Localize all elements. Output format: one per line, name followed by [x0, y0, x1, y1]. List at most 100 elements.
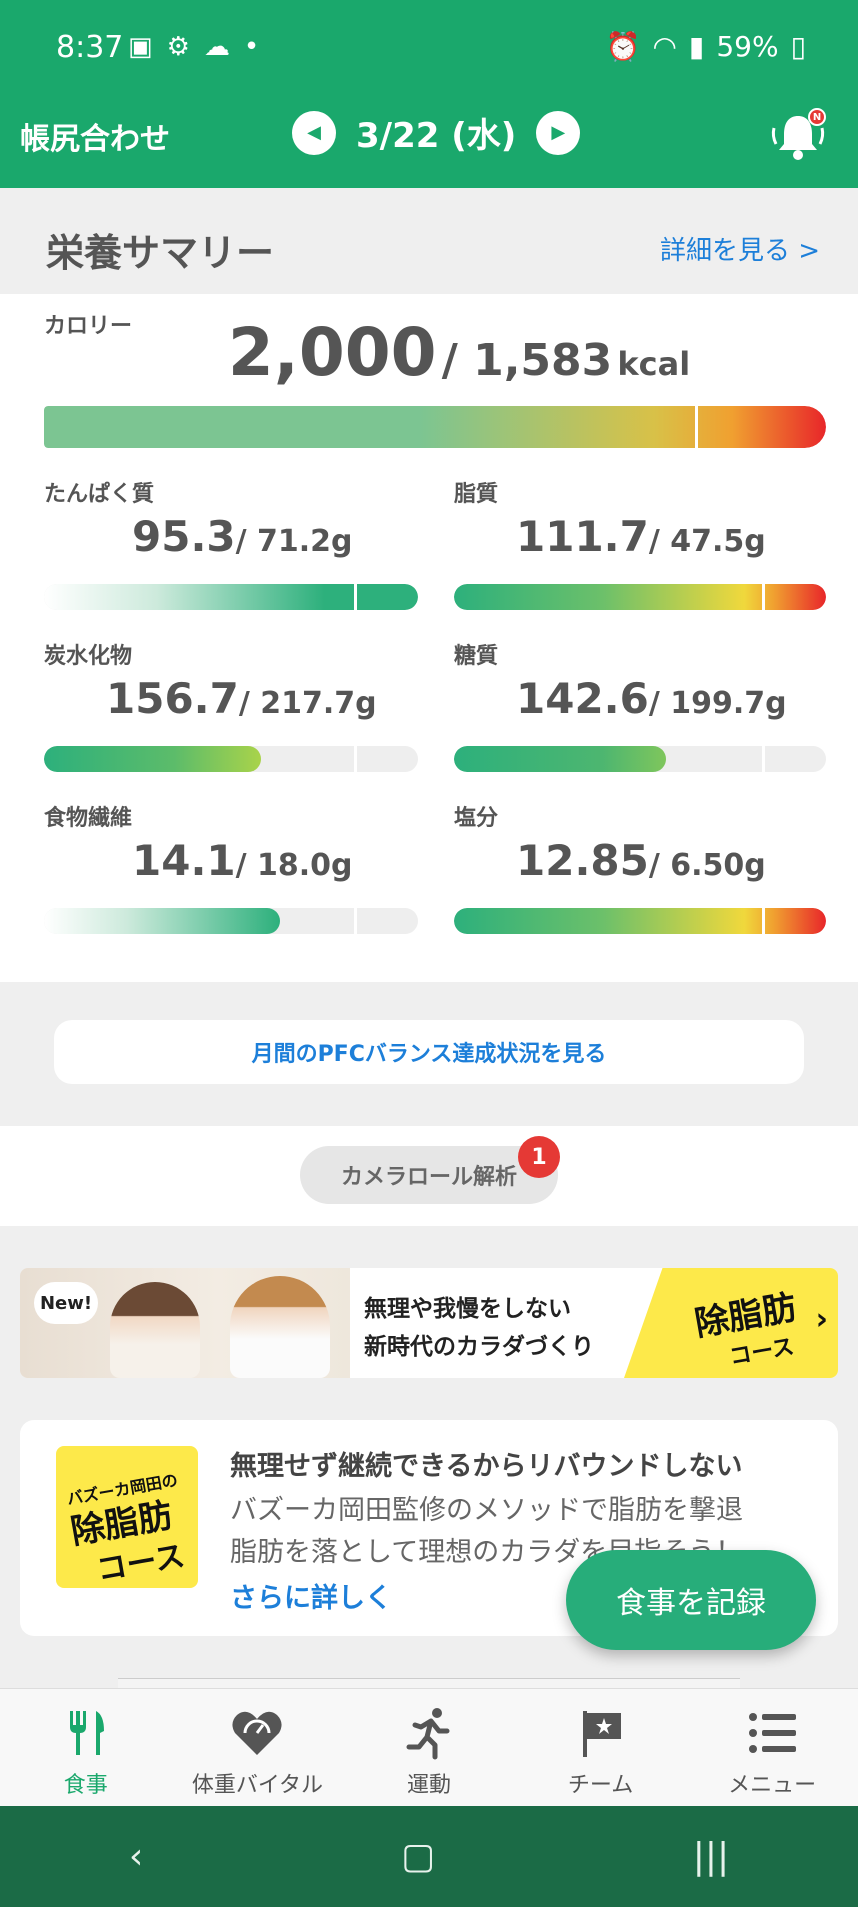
more-details-link[interactable]: さらに詳しく — [230, 1576, 392, 1615]
sugar-bar — [454, 746, 826, 772]
protein-target: / 71.2g — [235, 524, 353, 559]
camera-roll-section: カメラロール解析 1 — [0, 1126, 858, 1226]
carbs-target-tick — [354, 746, 357, 772]
course-banner[interactable]: New! 無理や我慢をしない 新時代のカラダづくり 除脂肪 コース › — [20, 1268, 838, 1378]
fork-knife-icon — [69, 1711, 104, 1755]
back-nav-icon[interactable]: ‹ — [129, 1836, 143, 1877]
home-nav-icon[interactable]: ▢ — [401, 1836, 435, 1877]
man-figure — [230, 1276, 330, 1378]
sugar-value: 142.6 — [516, 674, 649, 723]
pfc-balance-button[interactable]: 月間のPFCバランス達成状況を見る — [54, 1020, 804, 1084]
alarm-icon: ⏰ — [605, 30, 641, 63]
dot-icon: • — [243, 32, 260, 62]
signal-icon: ▮ — [688, 30, 705, 63]
header-title: 帳尻合わせ — [20, 122, 170, 157]
tab-weight-vital-label: 体重バイタル — [191, 1773, 323, 1798]
tab-team[interactable]: チーム — [515, 1689, 687, 1806]
salt-target-tick — [762, 908, 765, 934]
bottom-tab-bar: 食事 体重バイタル 運動 チーム メニュー — [0, 1688, 858, 1806]
carbs-target: / 217.7g — [238, 686, 377, 721]
date-navigator: ◀ 3/22 (水) ▶ — [292, 108, 581, 157]
calorie-unit: kcal — [617, 345, 691, 383]
tab-exercise[interactable]: 運動 — [343, 1689, 515, 1806]
sugar-values: 142.6/ 199.7g — [516, 674, 787, 723]
fiber-target: / 18.0g — [235, 848, 353, 883]
fat-label: 脂質 — [454, 482, 499, 507]
salt-bar — [454, 908, 826, 934]
salt-value: 12.85 — [516, 836, 649, 885]
tab-exercise-label: 運動 — [406, 1773, 451, 1798]
tab-menu-label: メニュー — [728, 1773, 817, 1798]
protein-bar — [44, 584, 418, 610]
new-badge: New! — [34, 1282, 98, 1324]
fat-bar — [454, 584, 826, 610]
recents-nav-icon[interactable]: ||| — [693, 1836, 729, 1877]
heart-gauge-icon — [232, 1711, 282, 1755]
fat-target-tick — [762, 584, 765, 610]
carbs-label: 炭水化物 — [44, 644, 133, 669]
tab-team-label: チーム — [567, 1773, 634, 1798]
list-icon — [749, 1713, 797, 1753]
salt-label: 塩分 — [454, 806, 499, 831]
next-day-button[interactable]: ▶ — [536, 110, 581, 155]
current-date[interactable]: 3/22 (水) — [356, 108, 516, 157]
card-heading: 無理せず継続できるからリバウンドしない — [230, 1451, 743, 1482]
fiber-target-tick — [354, 908, 357, 934]
calorie-target-tick — [695, 406, 698, 448]
course-logo: バズーカ岡田の 除脂肪 コース — [56, 1446, 198, 1588]
battery-icon: ▯ — [790, 30, 806, 63]
system-nav-bar: ‹ ▢ ||| — [0, 1806, 858, 1907]
notification-badge: N — [808, 108, 826, 126]
calorie-values: 2,000 / 1,583 kcal — [0, 314, 858, 391]
gear-icon: ⚙ — [166, 32, 190, 62]
tab-weight-vital[interactable]: 体重バイタル — [172, 1689, 344, 1806]
runner-icon — [406, 1708, 450, 1760]
status-left-icons: ▣ ⚙ ☁ • — [128, 32, 259, 62]
tab-meal-label: 食事 — [63, 1773, 108, 1798]
protein-bar-fill — [44, 584, 418, 610]
flag-icon — [582, 1711, 621, 1757]
banner-text: 無理や我慢をしない 新時代のカラダづくり — [364, 1290, 594, 1366]
protein-value: 95.3 — [132, 512, 236, 561]
fiber-label: 食物繊維 — [44, 806, 133, 831]
calorie-bar-fill — [44, 406, 826, 448]
tab-menu[interactable]: メニュー — [686, 1689, 858, 1806]
salt-values: 12.85/ 6.50g — [516, 836, 766, 885]
summary-title: 栄養サマリー — [46, 231, 275, 275]
notification-button[interactable]: N — [768, 106, 828, 166]
wifi-icon: ◠ — [652, 30, 677, 63]
banner-line1: 無理や我慢をしない — [364, 1296, 571, 1322]
fiber-value: 14.1 — [132, 836, 236, 885]
carbs-values: 156.7/ 217.7g — [106, 674, 377, 723]
camera-roll-badge: 1 — [518, 1136, 560, 1178]
tab-meal[interactable]: 食事 — [0, 1689, 172, 1806]
carbs-value: 156.7 — [106, 674, 239, 723]
chevron-right-icon: › — [815, 1302, 828, 1337]
sugar-bar-fill — [454, 746, 667, 772]
battery-percent: 59% — [716, 30, 779, 63]
fat-values: 111.7/ 47.5g — [516, 512, 766, 561]
fat-value: 111.7 — [516, 512, 649, 561]
banner-line2: 新時代のカラダづくり — [364, 1334, 594, 1360]
protein-target-tick — [354, 584, 357, 610]
fiber-bar-fill — [44, 908, 280, 934]
fat-target: / 47.5g — [648, 524, 766, 559]
nutrition-summary-header: 栄養サマリー 詳細を見る > — [0, 188, 858, 294]
fiber-bar — [44, 908, 418, 934]
cloud-icon: ☁ — [203, 32, 230, 62]
status-bar: 8:37 ▣ ⚙ ☁ • ⏰ ◠ ▮ 59% ▯ — [0, 0, 858, 100]
prev-day-button[interactable]: ◀ — [292, 110, 336, 155]
status-time: 8:37 — [56, 30, 124, 65]
salt-target: / 6.50g — [648, 848, 766, 883]
calorie-target: / 1,583 — [441, 335, 613, 386]
image-icon: ▣ — [128, 32, 153, 62]
calorie-progress-bar — [44, 406, 826, 448]
details-link[interactable]: 詳細を見る > — [660, 230, 820, 267]
sugar-target: / 199.7g — [648, 686, 787, 721]
triangle-left-icon: ◀ — [307, 122, 321, 143]
app-header: 帳尻合わせ ◀ 3/22 (水) ▶ N — [0, 100, 858, 188]
fat-bar-fill — [454, 584, 826, 610]
carbs-bar — [44, 746, 418, 772]
fiber-values: 14.1/ 18.0g — [132, 836, 353, 885]
record-meal-button[interactable]: 食事を記録 — [566, 1550, 816, 1650]
